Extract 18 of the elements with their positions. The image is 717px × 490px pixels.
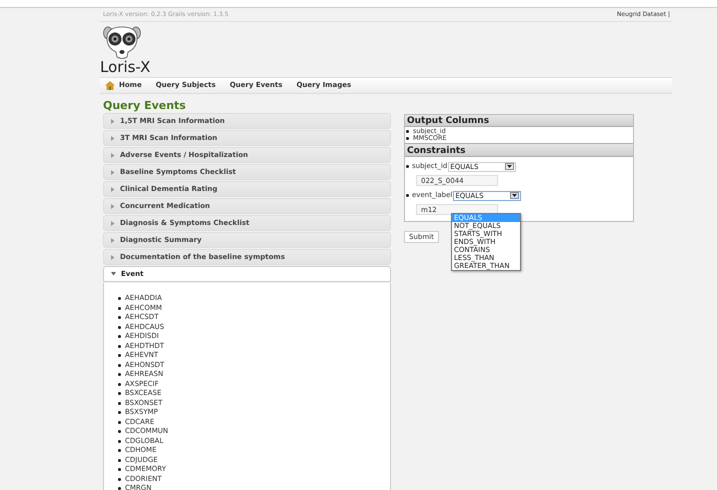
caret-right-icon [111, 238, 115, 242]
caret-right-icon [111, 118, 115, 124]
caret-down-icon [505, 163, 514, 170]
caret-right-icon [111, 170, 115, 174]
panel-header: Constraints [405, 143, 633, 157]
caret-right-icon [111, 204, 115, 208]
caret-right-icon [111, 152, 115, 158]
caret-right-icon [111, 136, 115, 140]
caret-right-icon [111, 254, 115, 260]
caret-down-icon [111, 272, 116, 276]
caret-right-icon [111, 220, 115, 226]
logo-icon [103, 24, 141, 60]
app-name: Loris-X [100, 59, 152, 75]
caret-right-icon [111, 186, 115, 192]
page-title: Query Events [103, 99, 187, 112]
caret-down-icon [510, 192, 520, 199]
home-icon [105, 81, 115, 90]
panel-header: Output Columns [405, 115, 633, 127]
